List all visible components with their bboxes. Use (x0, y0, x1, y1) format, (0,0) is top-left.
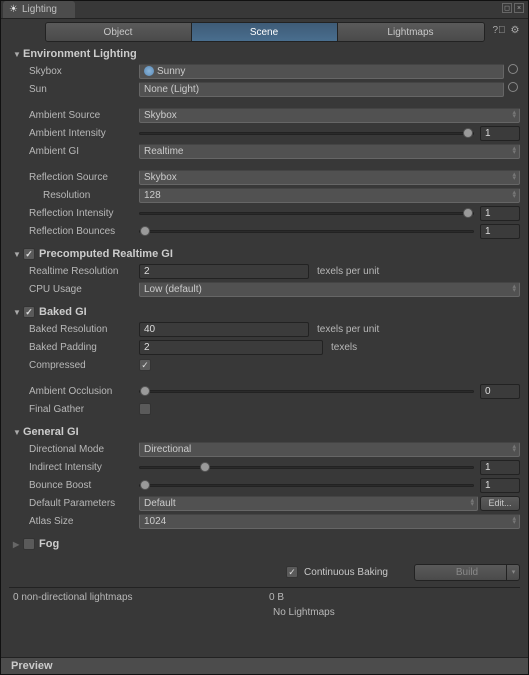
baked-padding-field[interactable]: 2 (139, 340, 323, 355)
lightmap-count-label: 0 non-directional lightmaps (9, 592, 269, 603)
ambient-intensity-label: Ambient Intensity (9, 128, 139, 139)
mode-toolbar: Object Scene Lightmaps ?⃝ ⚙ (1, 19, 528, 45)
sun-label: Sun (9, 84, 139, 95)
foldout-icon: ▼ (13, 250, 23, 259)
ambient-source-dropdown[interactable]: Skybox▴▾ (139, 108, 520, 123)
no-lightmaps-label: No Lightmaps (9, 607, 520, 618)
edit-button[interactable]: Edit... (480, 496, 520, 511)
ambient-occlusion-slider[interactable] (139, 384, 474, 399)
reflection-bounces-label: Reflection Bounces (9, 226, 139, 237)
preview-header[interactable]: Preview (1, 657, 528, 674)
default-parameters-label: Default Parameters (9, 498, 139, 509)
dropdown-arrow-icon: ▴▾ (512, 147, 516, 155)
section-precomputed-realtime-gi[interactable]: ▼ ✓ Precomputed Realtime GI (9, 245, 520, 263)
indirect-intensity-label: Indirect Intensity (9, 462, 139, 473)
section-baked-gi[interactable]: ▼ ✓ Baked GI (9, 303, 520, 321)
fog-checkbox[interactable] (23, 538, 35, 550)
realtime-resolution-label: Realtime Resolution (9, 266, 139, 277)
atlas-size-label: Atlas Size (9, 516, 139, 527)
panel-tab-lighting[interactable]: ☀ Lighting (3, 1, 75, 18)
dropdown-arrow-icon: ▴▾ (512, 517, 516, 525)
object-picker-icon[interactable] (508, 82, 518, 92)
ambient-gi-label: Ambient GI (9, 146, 139, 157)
foldout-icon: ▼ (13, 428, 23, 437)
dropdown-arrow-icon: ▴▾ (512, 111, 516, 119)
window-restore-button[interactable]: ◻ (502, 3, 512, 13)
baked-resolution-field[interactable]: 40 (139, 322, 309, 337)
section-fog[interactable]: ▶ Fog (9, 535, 520, 553)
material-icon (144, 66, 154, 76)
compressed-label: Compressed (9, 360, 139, 371)
reflection-bounces-value[interactable]: 1 (480, 224, 520, 239)
realtime-resolution-field[interactable]: 2 (139, 264, 309, 279)
resolution-dropdown[interactable]: 128▴▾ (139, 188, 520, 203)
reflection-intensity-slider[interactable] (139, 206, 474, 221)
reflection-source-label: Reflection Source (9, 172, 139, 183)
directional-mode-dropdown[interactable]: Directional▴▾ (139, 442, 520, 457)
final-gather-checkbox[interactable] (139, 403, 151, 415)
atlas-size-dropdown[interactable]: 1024▴▾ (139, 514, 520, 529)
cpu-usage-label: CPU Usage (9, 284, 139, 295)
cpu-usage-dropdown[interactable]: Low (default)▴▾ (139, 282, 520, 297)
ambient-occlusion-label: Ambient Occlusion (9, 386, 139, 397)
tab-scene[interactable]: Scene (192, 23, 338, 41)
title-bar: ☀ Lighting ◻ × (1, 1, 528, 19)
build-dropdown-arrow-icon[interactable]: ▾ (506, 564, 520, 581)
reflection-intensity-label: Reflection Intensity (9, 208, 139, 219)
ambient-intensity-value[interactable]: 1 (480, 126, 520, 141)
window-close-button[interactable]: × (514, 3, 524, 13)
precomputed-gi-checkbox[interactable]: ✓ (23, 248, 35, 260)
dropdown-arrow-icon: ▴▾ (512, 285, 516, 293)
bounce-boost-value[interactable]: 1 (480, 478, 520, 493)
indirect-intensity-slider[interactable] (139, 460, 474, 475)
foldout-icon: ▶ (13, 540, 23, 549)
object-picker-icon[interactable] (508, 64, 518, 74)
indirect-intensity-value[interactable]: 1 (480, 460, 520, 475)
dropdown-arrow-icon: ▴▾ (470, 499, 474, 507)
directional-mode-label: Directional Mode (9, 444, 139, 455)
foldout-icon: ▼ (13, 308, 23, 317)
tab-lightmaps[interactable]: Lightmaps (338, 23, 484, 41)
unit-label: texels per unit (317, 324, 379, 335)
continuous-baking-label: Continuous Baking (304, 567, 388, 578)
final-gather-label: Final Gather (9, 404, 139, 415)
ambient-intensity-slider[interactable] (139, 126, 474, 141)
gear-icon[interactable]: ⚙ (508, 23, 522, 37)
dropdown-arrow-icon: ▴▾ (512, 173, 516, 181)
sun-field[interactable]: None (Light) (139, 82, 504, 97)
dropdown-arrow-icon: ▴▾ (512, 445, 516, 453)
lightmap-size-label: 0 B (269, 592, 284, 603)
panel-title: Lighting (22, 4, 57, 15)
skybox-label: Skybox (9, 66, 139, 77)
build-button[interactable]: Build ▾ (414, 564, 520, 581)
baked-padding-label: Baked Padding (9, 342, 139, 353)
compressed-checkbox[interactable]: ✓ (139, 359, 151, 371)
baked-gi-checkbox[interactable]: ✓ (23, 306, 35, 318)
dropdown-arrow-icon: ▴▾ (512, 191, 516, 199)
skybox-field[interactable]: Sunny (139, 64, 504, 79)
lighting-icon: ☀ (9, 4, 18, 15)
tab-object[interactable]: Object (46, 23, 192, 41)
reflection-intensity-value[interactable]: 1 (480, 206, 520, 221)
continuous-baking-checkbox[interactable]: ✓ (286, 566, 298, 578)
baked-resolution-label: Baked Resolution (9, 324, 139, 335)
foldout-icon: ▼ (13, 50, 23, 59)
ambient-occlusion-value[interactable]: 0 (480, 384, 520, 399)
help-icon[interactable]: ?⃝ (492, 23, 506, 37)
resolution-label: Resolution (9, 190, 139, 201)
section-general-gi[interactable]: ▼ General GI (9, 423, 520, 441)
reflection-source-dropdown[interactable]: Skybox▴▾ (139, 170, 520, 185)
unit-label: texels per unit (317, 266, 379, 277)
ambient-gi-dropdown[interactable]: Realtime▴▾ (139, 144, 520, 159)
ambient-source-label: Ambient Source (9, 110, 139, 121)
unit-label: texels (331, 342, 357, 353)
default-parameters-dropdown[interactable]: Default▴▾ (139, 496, 478, 511)
section-environment-lighting[interactable]: ▼ Environment Lighting (9, 45, 520, 63)
bounce-boost-label: Bounce Boost (9, 480, 139, 491)
bounce-boost-slider[interactable] (139, 478, 474, 493)
reflection-bounces-slider[interactable] (139, 224, 474, 239)
